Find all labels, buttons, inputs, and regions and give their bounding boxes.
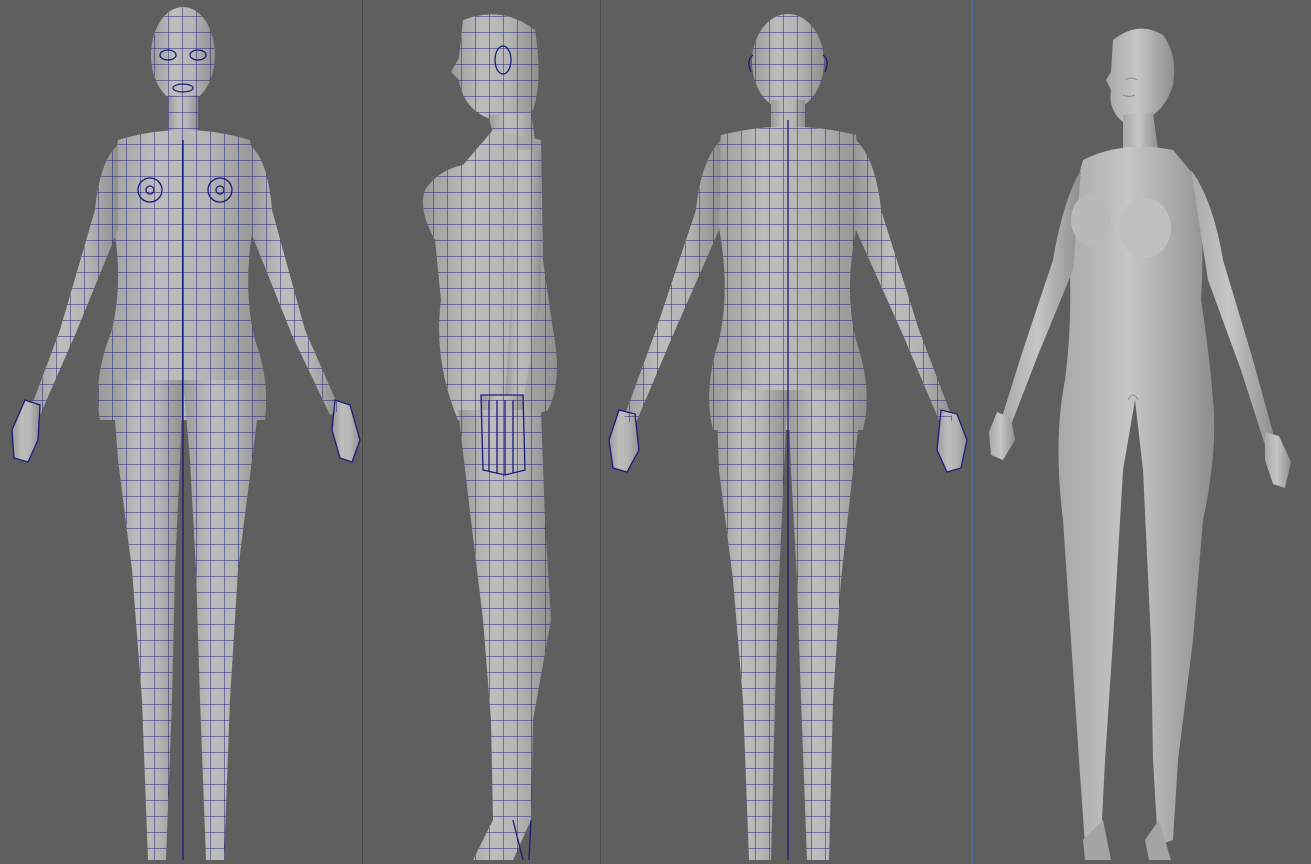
viewport-panel-layout xyxy=(0,0,1311,864)
shaded-model[interactable] xyxy=(973,0,1311,864)
front-viewport[interactable] xyxy=(0,0,362,864)
perspective-viewport[interactable] xyxy=(973,0,1311,864)
side-viewport[interactable] xyxy=(363,0,600,864)
side-wireframe-model[interactable] xyxy=(363,0,600,864)
back-wireframe-model[interactable] xyxy=(601,0,971,864)
back-viewport[interactable] xyxy=(601,0,971,864)
front-wireframe-model[interactable] xyxy=(0,0,362,864)
